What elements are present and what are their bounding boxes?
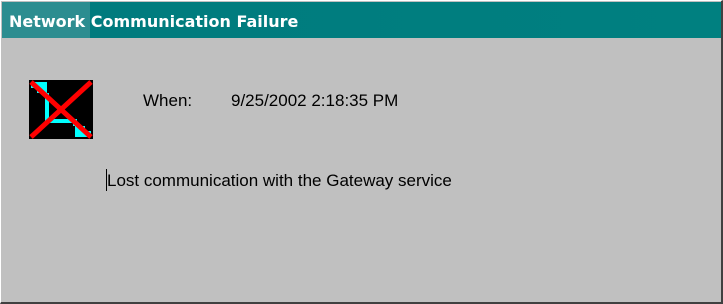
- title-bar[interactable]: Network Communication Failure: [2, 2, 721, 38]
- network-failure-dialog: Network Communication Failure When: 9/25…: [0, 0, 723, 304]
- when-label: When:: [143, 91, 193, 110]
- failure-message[interactable]: Lost communication with the Gateway serv…: [107, 171, 452, 191]
- window-title: Network Communication Failure: [9, 12, 299, 31]
- when-timestamp: 9/25/2002 2:18:35 PM: [231, 91, 399, 110]
- network-failure-icon: [29, 80, 93, 139]
